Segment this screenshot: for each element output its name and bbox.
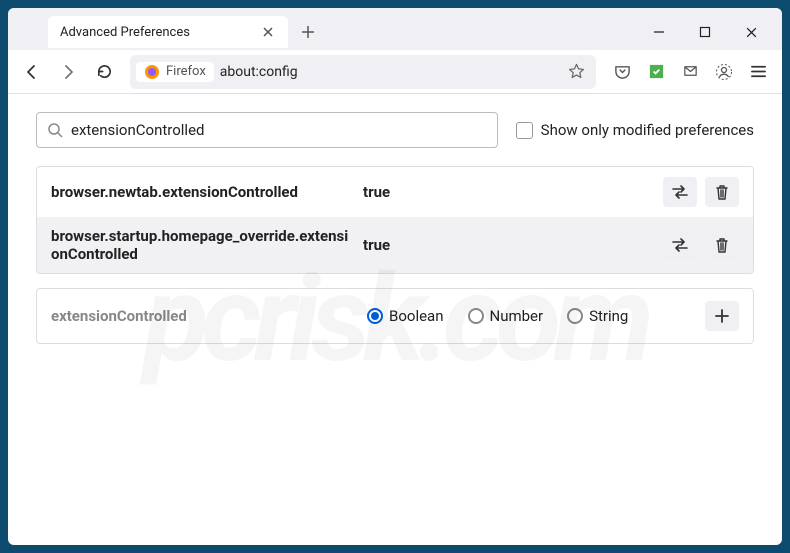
- inbox-icon[interactable]: [674, 56, 706, 88]
- tab-active[interactable]: Advanced Preferences: [48, 16, 288, 48]
- delete-button[interactable]: [705, 177, 739, 207]
- account-icon[interactable]: [708, 56, 740, 88]
- url-identity-label: Firefox: [166, 64, 206, 79]
- url-bar[interactable]: Firefox about:config: [130, 55, 596, 89]
- bookmark-star-icon[interactable]: [562, 58, 590, 86]
- checkbox-icon: [516, 122, 533, 139]
- minimize-button[interactable]: [638, 16, 680, 48]
- checkbox-label: Show only modified preferences: [541, 121, 754, 139]
- new-tab-button[interactable]: [294, 18, 322, 46]
- radio-icon: [367, 308, 383, 324]
- toolbar-icons: [606, 56, 774, 88]
- forward-button[interactable]: [52, 56, 84, 88]
- tab-title: Advanced Preferences: [60, 25, 190, 40]
- new-pref-name: extensionControlled: [51, 307, 351, 325]
- close-button[interactable]: [730, 16, 772, 48]
- show-modified-checkbox[interactable]: Show only modified preferences: [516, 121, 754, 139]
- radio-boolean[interactable]: Boolean: [367, 307, 444, 325]
- delete-button[interactable]: [705, 230, 739, 260]
- window-controls: [638, 16, 782, 48]
- search-input[interactable]: [71, 121, 487, 139]
- reload-button[interactable]: [88, 56, 120, 88]
- firefox-icon: [144, 64, 160, 80]
- browser-window: Advanced Preferences Firefox about:confi…: [8, 8, 782, 545]
- new-pref-row: extensionControlled Boolean Number Strin…: [36, 288, 754, 344]
- pref-value: true: [363, 236, 651, 254]
- toggle-button[interactable]: [663, 230, 697, 260]
- radio-label: Boolean: [389, 307, 444, 325]
- search-row: Show only modified preferences: [36, 112, 754, 148]
- radio-number[interactable]: Number: [468, 307, 544, 325]
- pref-row: browser.startup.homepage_override.extens…: [37, 217, 753, 273]
- type-radio-group: Boolean Number String: [367, 307, 689, 325]
- content-area: pcrisk.com Show only modified preference…: [8, 94, 782, 545]
- radio-icon: [468, 308, 484, 324]
- radio-string[interactable]: String: [567, 307, 628, 325]
- pref-name: browser.startup.homepage_override.extens…: [51, 227, 351, 263]
- pref-name: browser.newtab.extensionControlled: [51, 183, 351, 201]
- back-button[interactable]: [16, 56, 48, 88]
- menu-icon[interactable]: [742, 56, 774, 88]
- search-box[interactable]: [36, 112, 498, 148]
- tab-bar: Advanced Preferences: [8, 8, 782, 50]
- close-icon[interactable]: [260, 24, 276, 40]
- extension-icon[interactable]: [640, 56, 672, 88]
- nav-bar: Firefox about:config: [8, 50, 782, 94]
- pocket-icon[interactable]: [606, 56, 638, 88]
- pref-row: browser.newtab.extensionControlled true: [37, 167, 753, 217]
- radio-label: Number: [490, 307, 544, 325]
- search-icon: [47, 122, 63, 138]
- radio-label: String: [589, 307, 628, 325]
- pref-value: true: [363, 183, 651, 201]
- toggle-button[interactable]: [663, 177, 697, 207]
- prefs-list: browser.newtab.extensionControlled true …: [36, 166, 754, 274]
- url-identity[interactable]: Firefox: [136, 62, 214, 82]
- radio-icon: [567, 308, 583, 324]
- maximize-button[interactable]: [684, 16, 726, 48]
- url-text: about:config: [220, 64, 556, 80]
- add-button[interactable]: [705, 301, 739, 331]
